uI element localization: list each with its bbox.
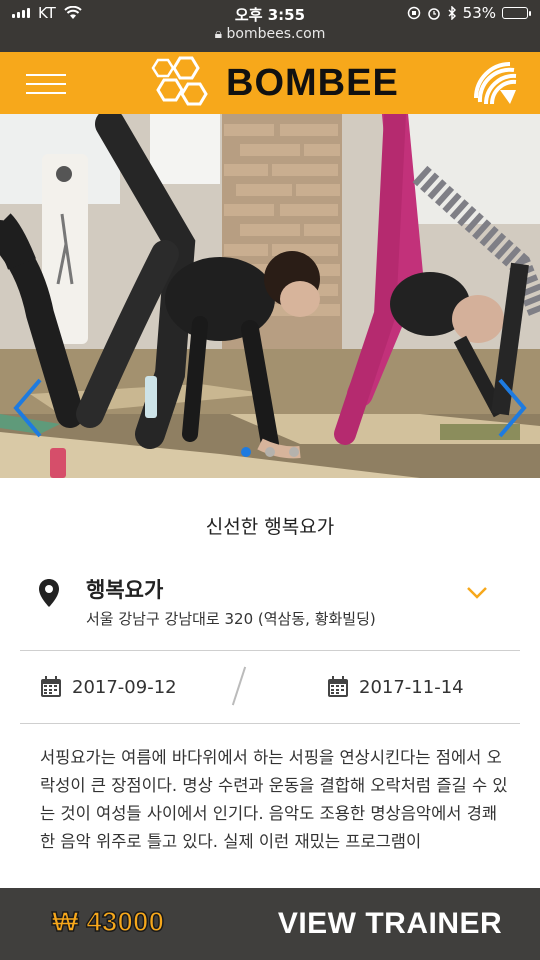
location-section[interactable]: 행복요가 서울 강남구 강남대로 320 (역삼동, 황화빌딩) — [0, 570, 540, 642]
date-range: 2017-09-12 2017-11-14 — [0, 652, 540, 724]
status-bar: KT 오후 3:55 🔒︎ bombees.com 53% — [0, 0, 540, 52]
class-description: 서핑요가는 여름에 바다위에서 하는 서핑을 연상시킨다는 점에서 오락성이 큰… — [40, 748, 508, 851]
divider — [20, 650, 520, 651]
bluetooth-icon — [448, 6, 456, 20]
hero-carousel[interactable] — [0, 114, 540, 478]
date-separator — [231, 666, 247, 706]
alarm-icon — [427, 8, 440, 20]
location-name: 행복요가 — [86, 578, 164, 602]
carousel-dot[interactable] — [265, 447, 275, 457]
yoga-class-photo — [0, 114, 540, 478]
brand-logo[interactable]: BOMBEE — [150, 54, 399, 112]
calendar-icon — [41, 676, 61, 697]
url-bar[interactable]: 🔒︎ bombees.com — [0, 26, 540, 42]
chevron-right-icon[interactable] — [496, 376, 528, 440]
class-title: 신선한 행복요가 — [205, 516, 335, 538]
chevron-down-icon[interactable] — [466, 586, 488, 600]
honeycomb-logo — [151, 56, 208, 106]
chevron-left-icon[interactable] — [12, 376, 44, 440]
carousel-dot[interactable] — [241, 447, 251, 457]
end-date: 2017-11-14 — [327, 676, 464, 698]
start-date: 2017-09-12 — [40, 676, 177, 698]
battery-percent: 53% — [462, 4, 496, 22]
app-header: BOMBEE — [0, 52, 540, 114]
end-date-text: 2017-11-14 — [359, 676, 464, 698]
view-trainer-button[interactable]: VIEW TRAINER — [240, 888, 540, 960]
status-right: 53% — [407, 4, 531, 22]
lock-icon: 🔒︎ — [214, 26, 227, 42]
location-address: 서울 강남구 강남대로 320 (역삼동, 황화빌딩) — [86, 610, 376, 628]
url-text: bombees.com — [226, 26, 326, 42]
battery-icon — [502, 7, 531, 19]
calendar-icon — [328, 676, 348, 697]
share-icon[interactable] — [470, 58, 520, 108]
bottom-action-bar: ₩ 43000 VIEW TRAINER — [0, 888, 540, 960]
start-date-text: 2017-09-12 — [72, 676, 177, 698]
map-pin-icon — [39, 579, 59, 607]
rotation-lock-icon — [407, 6, 420, 20]
brand-name: BOMBEE — [226, 61, 399, 104]
hamburger-icon[interactable] — [26, 66, 66, 100]
carousel-dot[interactable] — [289, 447, 299, 457]
carousel-dots — [0, 447, 540, 457]
divider — [20, 723, 520, 724]
price-label: ₩ 43000 — [51, 905, 165, 938]
